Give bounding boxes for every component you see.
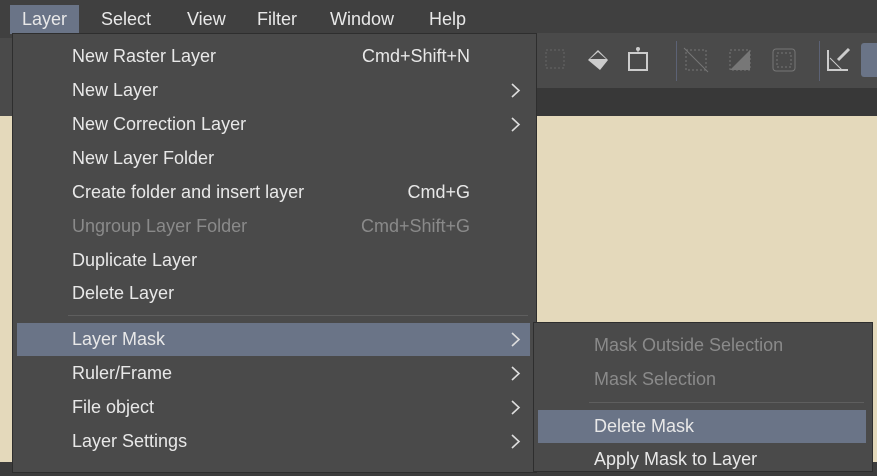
menu-item-label: Delete Layer — [72, 283, 175, 303]
menu-item-duplicate-layer[interactable]: Duplicate Layer — [17, 244, 530, 277]
menu-item-new-layer-folder[interactable]: New Layer Folder — [17, 142, 530, 175]
menu-layer[interactable]: Layer — [10, 5, 80, 34]
menu-separator — [68, 315, 528, 316]
menu-separator — [589, 402, 864, 403]
menu-item-mask-selection: Mask Selection — [538, 363, 866, 396]
tab-bar — [537, 88, 877, 116]
menu-item-label: Layer Mask — [72, 329, 166, 349]
menu-help[interactable]: Help — [417, 5, 478, 34]
menu-item-shortcut: Cmd+G — [407, 182, 470, 202]
menu-item-label: New Layer — [72, 80, 159, 100]
menu-item-label: New Raster Layer — [72, 46, 217, 66]
menu-item-label: New Layer Folder — [72, 148, 215, 168]
menu-item-mask-outside-selection: Mask Outside Selection — [538, 329, 866, 362]
left-panel — [0, 38, 12, 462]
transform-selection-icon[interactable] — [539, 43, 573, 77]
menu-item-label: Layer Settings — [72, 431, 188, 451]
menu-item-layer-settings[interactable]: Layer Settings — [17, 425, 530, 458]
invert-selection-icon[interactable] — [723, 43, 757, 77]
menu-item-file-object[interactable]: File object — [17, 391, 530, 424]
toolbar — [537, 33, 877, 88]
menu-select[interactable]: Select — [89, 5, 163, 34]
menu-item-new-layer[interactable]: New Layer — [17, 74, 530, 107]
layer-menu: New Raster Layer Cmd+Shift+N New Layer New … — [12, 33, 537, 473]
ruler-icon[interactable] — [821, 43, 855, 77]
menu-item-apply-mask-to-layer[interactable]: Apply Mask to Layer — [538, 443, 866, 476]
canvas-edge — [0, 116, 12, 462]
expand-selection-icon[interactable] — [767, 43, 801, 77]
menu-item-label: New Correction Layer — [72, 114, 247, 134]
menu-item-label: Ruler/Frame — [72, 363, 173, 383]
menu-item-delete-mask[interactable]: Delete Mask — [538, 410, 866, 443]
menu-view[interactable]: View — [175, 5, 238, 34]
chevron-right-icon — [508, 425, 522, 458]
menu-item-new-correction-layer[interactable]: New Correction Layer — [17, 108, 530, 141]
menu-filter[interactable]: Filter — [245, 5, 309, 34]
menu-item-shortcut: Cmd+Shift+G — [360, 216, 470, 236]
menu-item-ungroup-layer-folder: Ungroup Layer Folder Cmd+Shift+G — [17, 210, 530, 243]
mask-icon[interactable] — [861, 43, 877, 77]
menu-item-label: Mask Selection — [594, 369, 717, 389]
menu-item-shortcut: Cmd+Shift+N — [361, 46, 470, 66]
menu-item-layer-mask[interactable]: Layer Mask — [17, 323, 530, 356]
menu-item-create-folder-and-insert-layer[interactable]: Create folder and insert layer Cmd+G — [17, 176, 530, 209]
clear-selection-icon[interactable] — [679, 43, 713, 77]
layer-mask-submenu: Mask Outside Selection Mask Selection Dele… — [533, 322, 873, 472]
chevron-right-icon — [508, 74, 522, 107]
menu-item-delete-layer[interactable]: Delete Layer — [17, 277, 530, 310]
chevron-right-icon — [508, 108, 522, 141]
chevron-right-icon — [508, 323, 522, 356]
menu-item-label: File object — [72, 397, 155, 417]
menu-item-label: Delete Mask — [594, 416, 695, 436]
chevron-right-icon — [508, 391, 522, 424]
menu-item-new-raster-layer[interactable]: New Raster Layer Cmd+Shift+N — [17, 40, 530, 73]
menu-item-ruler-frame[interactable]: Ruler/Frame — [17, 357, 530, 390]
menu-item-label: Ungroup Layer Folder — [72, 216, 248, 236]
menu-window[interactable]: Window — [318, 5, 406, 34]
chevron-right-icon — [508, 357, 522, 390]
resize-icon[interactable] — [621, 43, 655, 77]
fill-icon[interactable] — [581, 43, 615, 77]
menu-item-label: Mask Outside Selection — [594, 335, 784, 355]
menu-item-label: Create folder and insert layer — [72, 182, 305, 202]
menu-item-label: Apply Mask to Layer — [594, 449, 758, 469]
menu-item-label: Duplicate Layer — [72, 250, 198, 270]
